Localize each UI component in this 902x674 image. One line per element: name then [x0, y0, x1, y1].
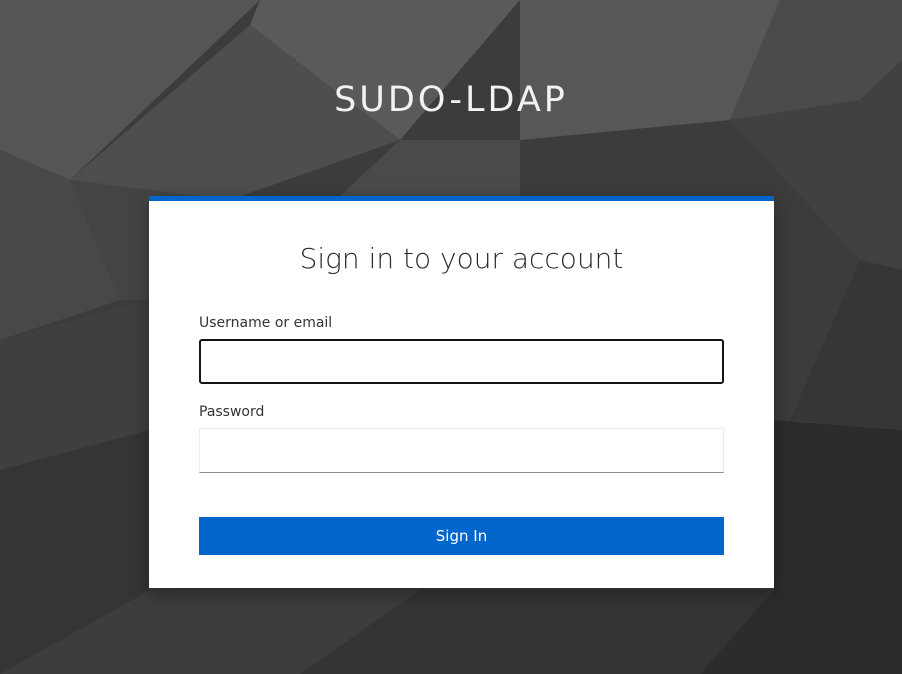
password-label: Password	[199, 404, 265, 420]
username-input[interactable]	[199, 339, 724, 384]
realm-title: SUDO-LDAP	[334, 80, 568, 120]
login-card: Sign in to your account Username or emai…	[149, 196, 774, 588]
password-input[interactable]	[199, 428, 724, 473]
username-label: Username or email	[199, 315, 333, 331]
sign-in-button[interactable]: Sign In	[199, 517, 724, 555]
login-heading: Sign in to your account	[299, 242, 624, 275]
